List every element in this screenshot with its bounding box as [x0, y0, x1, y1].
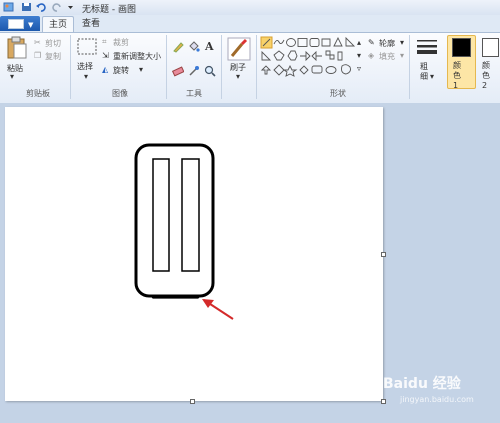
paste-dropdown-icon[interactable]: ▾ — [10, 72, 14, 81]
group-label-shapes: 形状 — [330, 89, 346, 98]
resize-button[interactable]: 重新调整大小 — [113, 51, 161, 62]
drawing — [134, 143, 234, 320]
cut-icon[interactable]: ✂ — [34, 38, 41, 47]
resize-handle-bottom[interactable] — [190, 399, 195, 404]
divider — [409, 35, 410, 99]
tab-view[interactable]: 查看 — [76, 16, 106, 32]
file-menu-button[interactable]: ▼ — [0, 16, 40, 31]
outline-icon[interactable]: ✎ — [368, 38, 375, 47]
save-icon[interactable] — [21, 2, 32, 12]
drawing-canvas[interactable] — [5, 107, 383, 401]
brush-icon[interactable] — [227, 37, 251, 61]
cut-button[interactable]: 剪切 — [45, 38, 61, 49]
rotate-button[interactable]: 旋转 — [113, 65, 129, 76]
window-title: 无标题 - 画图 — [82, 5, 136, 15]
paste-icon[interactable] — [6, 36, 28, 60]
paint-app-icon[interactable] — [3, 2, 14, 12]
tab-home[interactable]: 主页 — [42, 16, 74, 33]
color2-label[interactable]: 颜色 2 — [482, 61, 496, 91]
undo-icon[interactable] — [36, 2, 47, 12]
fill-button[interactable]: 填充 — [379, 51, 395, 62]
size-icon[interactable] — [416, 38, 438, 58]
eraser-icon[interactable] — [172, 65, 184, 77]
title-bar: 无标题 - 画图 — [0, 0, 500, 16]
pencil-icon[interactable] — [172, 41, 184, 53]
resize-icon[interactable]: ⇲ — [102, 51, 109, 60]
chevron-down-icon: ▼ — [28, 21, 34, 29]
rotate-icon[interactable]: ◭ — [102, 65, 108, 74]
file-menu-icon — [8, 19, 24, 29]
divider — [256, 35, 257, 99]
copy-icon[interactable]: ❐ — [34, 51, 41, 60]
fill-icon[interactable]: ◈ — [368, 51, 374, 60]
shapes-scroll-up-icon[interactable]: ▴ — [357, 38, 361, 47]
rotate-dropdown-icon[interactable]: ▾ — [139, 65, 143, 74]
redo-icon[interactable] — [51, 2, 62, 12]
fill-dropdown-icon[interactable]: ▾ — [400, 51, 404, 60]
group-label-image: 图像 — [112, 89, 128, 98]
fill-bucket-icon[interactable] — [188, 41, 200, 53]
tab-bar — [0, 15, 500, 32]
color1-swatch — [452, 38, 471, 57]
resize-handle-right[interactable] — [381, 252, 386, 257]
color2-swatch[interactable] — [482, 38, 499, 57]
copy-button[interactable]: 复制 — [45, 51, 61, 62]
shapes-scroll-down-icon[interactable]: ▾ — [357, 51, 361, 60]
select-icon[interactable] — [77, 38, 97, 56]
outline-dropdown-icon[interactable]: ▾ — [400, 38, 404, 47]
group-label-clipboard: 剪贴板 — [26, 89, 50, 98]
shapes-gallery[interactable] — [260, 36, 366, 78]
shapes-more-icon[interactable]: ▿ — [357, 64, 361, 73]
color1-label: 颜色 1 — [453, 61, 461, 90]
divider — [221, 35, 222, 99]
customize-toolbar-icon[interactable] — [65, 2, 76, 12]
divider — [70, 35, 71, 99]
outline-button[interactable]: 轮廓 — [379, 38, 395, 49]
select-dropdown-icon[interactable]: ▾ — [84, 72, 88, 81]
text-tool-icon[interactable]: A — [205, 40, 214, 53]
select-button-label[interactable]: 选择 — [77, 61, 93, 72]
watermark-url: jingyan.baidu.com — [400, 395, 474, 404]
resize-handle-corner[interactable] — [381, 399, 386, 404]
group-label-tools: 工具 — [186, 89, 202, 98]
color-picker-icon[interactable] — [188, 65, 200, 77]
size-dropdown-icon[interactable]: ▾ — [430, 72, 434, 81]
crop-button[interactable]: 裁剪 — [113, 37, 129, 48]
watermark: Baidu 经验 — [383, 376, 461, 392]
crop-icon[interactable]: ⌗ — [102, 37, 107, 47]
magnifier-icon[interactable] — [204, 65, 216, 77]
brush-dropdown-icon[interactable]: ▾ — [236, 72, 240, 81]
divider — [166, 35, 167, 99]
